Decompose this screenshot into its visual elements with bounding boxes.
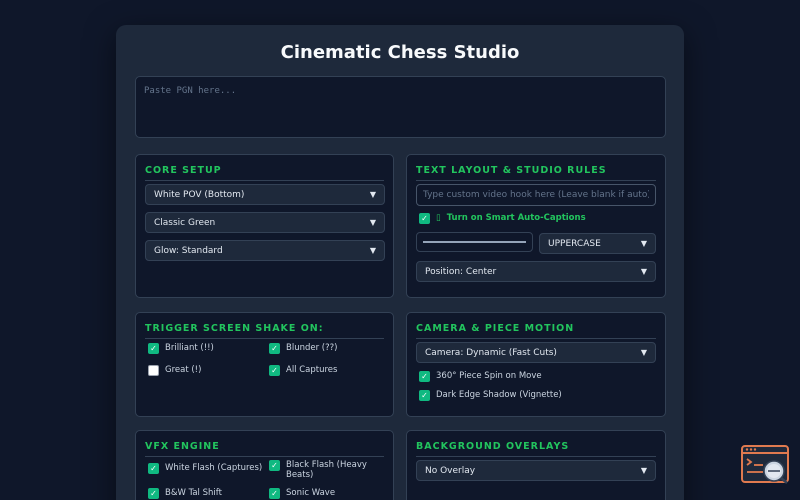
vfx-option[interactable]: ✓ B&W Tal Shift	[148, 488, 222, 499]
overlays-card: BACKGROUND OVERLAYS No Overlay ▼	[406, 430, 666, 500]
case-select[interactable]: UPPERCASE ▼	[539, 233, 656, 254]
checkbox-checked-icon[interactable]: ✓	[419, 390, 430, 401]
auto-captions-label: Turn on Smart Auto-Captions	[446, 213, 586, 223]
chevron-down-icon: ▼	[369, 218, 376, 227]
shake-option-label: Brilliant (!!)	[165, 343, 214, 353]
caption-size-slider[interactable]	[416, 232, 533, 252]
shake-option-label: Blunder (??)	[286, 343, 338, 353]
chevron-down-icon: ▼	[640, 239, 647, 248]
camera-option[interactable]: ✓ Dark Edge Shadow (Vignette)	[419, 390, 562, 401]
shake-title: TRIGGER SCREEN SHAKE ON:	[145, 323, 384, 339]
glow-select[interactable]: Glow: Standard ▼	[145, 240, 385, 261]
shake-option[interactable]: ✓ Brilliant (!!)	[148, 343, 214, 354]
shake-option[interactable]: ✓ Blunder (??)	[269, 343, 337, 354]
camera-title: CAMERA & PIECE MOTION	[416, 323, 656, 339]
shake-option[interactable]: ✓ All Captures	[269, 365, 337, 376]
slider-track	[423, 241, 526, 243]
vfx-option-label: Black Flash (Heavy Beats)	[286, 460, 367, 480]
vfx-option-label: Sonic Wave	[286, 488, 336, 498]
checkbox-unchecked-icon[interactable]	[148, 365, 159, 376]
checkbox-checked-icon[interactable]: ✓	[419, 371, 430, 382]
pgn-input[interactable]	[135, 76, 666, 138]
auto-captions-toggle[interactable]: ✓ ▯ Turn on Smart Auto-Captions	[419, 213, 586, 224]
position-select[interactable]: Position: Center ▼	[416, 261, 656, 282]
chevron-down-icon: ▼	[369, 246, 376, 255]
text-layout-title: TEXT LAYOUT & STUDIO RULES	[416, 165, 656, 181]
chevron-down-icon: ▼	[640, 348, 647, 357]
checkbox-checked-icon[interactable]: ✓	[269, 365, 280, 376]
chevron-down-icon: ▼	[369, 190, 376, 199]
checkbox-checked-icon[interactable]: ✓	[269, 488, 280, 499]
pov-select[interactable]: White POV (Bottom) ▼	[145, 184, 385, 205]
checkbox-checked-icon[interactable]: ✓	[269, 343, 280, 354]
vfx-option-label: White Flash (Captures)	[165, 463, 263, 473]
overlay-select[interactable]: No Overlay ▼	[416, 460, 656, 481]
overlay-select-value: No Overlay	[425, 465, 476, 476]
glow-select-value: Glow: Standard	[154, 245, 223, 256]
shake-option[interactable]: Great (!)	[148, 365, 201, 376]
vfx-card: VFX ENGINE ✓ White Flash (Captures) ✓ Bl…	[135, 430, 394, 500]
core-setup-card: CORE SETUP White POV (Bottom) ▼ Classic …	[135, 154, 394, 298]
assistant-badge-icon[interactable]	[741, 445, 790, 485]
vfx-option[interactable]: ✓ White Flash (Captures)	[148, 463, 266, 474]
caption-icon: ▯	[436, 213, 441, 223]
core-setup-title: CORE SETUP	[145, 165, 384, 181]
chevron-down-icon: ▼	[640, 267, 647, 276]
camera-option-label: Dark Edge Shadow (Vignette)	[436, 390, 562, 400]
camera-mode-value: Camera: Dynamic (Fast Cuts)	[425, 347, 557, 358]
case-select-value: UPPERCASE	[548, 238, 601, 249]
vfx-option[interactable]: ✓ Sonic Wave	[269, 488, 335, 499]
theme-select-value: Classic Green	[154, 217, 216, 228]
vfx-option-label: B&W Tal Shift	[165, 488, 222, 498]
checkbox-checked-icon[interactable]: ✓	[148, 463, 159, 474]
page-title: Cinematic Chess Studio	[280, 42, 520, 63]
checkbox-checked-icon[interactable]: ✓	[419, 213, 430, 224]
overlays-title: BACKGROUND OVERLAYS	[416, 441, 656, 457]
shake-option-label: Great (!)	[165, 365, 202, 375]
camera-option-label: 360° Piece Spin on Move	[436, 371, 542, 381]
shake-option-label: All Captures	[286, 365, 338, 375]
pov-select-value: White POV (Bottom)	[154, 189, 245, 200]
checkbox-checked-icon[interactable]: ✓	[269, 460, 280, 471]
video-hook-input[interactable]	[416, 184, 656, 206]
camera-mode-select[interactable]: Camera: Dynamic (Fast Cuts) ▼	[416, 342, 656, 363]
chevron-down-icon: ▼	[640, 466, 647, 475]
shake-card: TRIGGER SCREEN SHAKE ON: ✓ Brilliant (!!…	[135, 312, 394, 417]
checkbox-checked-icon[interactable]: ✓	[148, 343, 159, 354]
checkbox-checked-icon[interactable]: ✓	[148, 488, 159, 499]
text-layout-card: TEXT LAYOUT & STUDIO RULES ✓ ▯ Turn on S…	[406, 154, 666, 298]
theme-select[interactable]: Classic Green ▼	[145, 212, 385, 233]
vfx-title: VFX ENGINE	[145, 441, 384, 457]
camera-option[interactable]: ✓ 360° Piece Spin on Move	[419, 371, 542, 382]
position-select-value: Position: Center	[425, 266, 497, 277]
camera-card: CAMERA & PIECE MOTION Camera: Dynamic (F…	[406, 312, 666, 417]
vfx-option[interactable]: ✓ Black Flash (Heavy Beats)	[269, 460, 387, 480]
